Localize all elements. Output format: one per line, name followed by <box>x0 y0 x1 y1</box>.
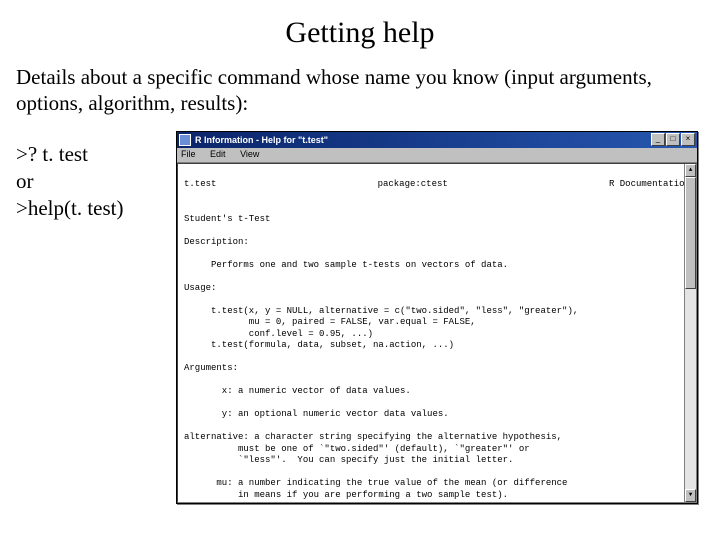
help-topic-heading: Student's t-Test <box>184 214 270 224</box>
help-desc-text: Performs one and two sample t-tests on v… <box>184 260 508 270</box>
scroll-track[interactable] <box>685 177 696 489</box>
minimize-button[interactable]: _ <box>651 133 665 146</box>
maximize-button[interactable]: □ <box>666 133 680 146</box>
help-package: package:ctest <box>378 179 448 191</box>
menu-bar: File Edit View <box>177 148 697 163</box>
command-examples: >? t. test or >help(t. test) <box>16 131 166 223</box>
menu-edit[interactable]: Edit <box>210 149 226 159</box>
r-app-icon <box>179 134 191 146</box>
slide-title: Getting help <box>16 16 704 50</box>
scroll-up-button[interactable]: ▲ <box>685 164 696 177</box>
help-fn-name: t.test <box>184 179 216 191</box>
help-usage-header: Usage: <box>184 283 216 293</box>
help-desc-header: Description: <box>184 237 249 247</box>
help-args-header: Arguments: <box>184 363 238 373</box>
menu-view[interactable]: View <box>240 149 259 159</box>
close-button[interactable]: × <box>681 133 695 146</box>
vertical-scrollbar[interactable]: ▲ ▼ <box>684 164 696 502</box>
help-arg-x: x: a numeric vector of data values. <box>184 386 411 396</box>
scroll-down-button[interactable]: ▼ <box>685 489 696 502</box>
help-content: t.test package:ctest R Documentation Stude… <box>177 163 697 503</box>
help-usage-text: t.test(x, y = NULL, alternative = c("two… <box>184 306 578 351</box>
help-arg-y: y: an optional numeric vector data value… <box>184 409 449 419</box>
window-titlebar[interactable]: R Information - Help for "t.test" _ □ × <box>177 132 697 148</box>
menu-file[interactable]: File <box>181 149 196 159</box>
help-arg-mu: mu: a number indicating the true value o… <box>184 478 567 500</box>
slide-subtitle: Details about a specific command whose n… <box>16 64 704 117</box>
r-help-window: R Information - Help for "t.test" _ □ × … <box>176 131 698 504</box>
window-title: R Information - Help for "t.test" <box>195 135 651 145</box>
help-arg-alternative: alternative: a character string specifyi… <box>184 432 562 465</box>
scroll-thumb[interactable] <box>685 177 696 289</box>
help-docref: R Documentation <box>609 179 690 191</box>
